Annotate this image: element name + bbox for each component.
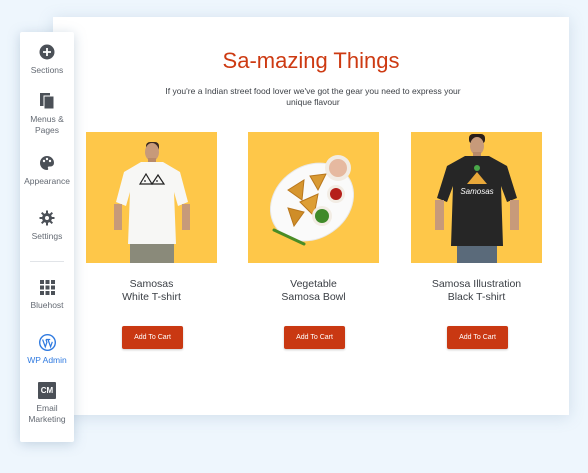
sidebar-item-wp-admin[interactable]: WP Admin	[20, 333, 74, 366]
sidebar-item-label: Sections	[30, 65, 64, 75]
sidebar-item-sections[interactable]: Sections	[20, 43, 74, 76]
plus-circle-icon	[38, 43, 56, 61]
editor-sidebar: Sections Menus & Pages Appearance Settin…	[20, 32, 74, 442]
add-to-cart-button[interactable]: Add To Cart	[447, 326, 508, 349]
sidebar-item-appearance[interactable]: Appearance	[20, 154, 74, 187]
pages-icon	[38, 92, 56, 110]
sidebar-item-label: Bluehost	[30, 300, 64, 310]
sidebar-item-label: Menus & Pages	[30, 114, 64, 135]
grid-icon	[38, 278, 56, 296]
product-card-black-tshirt: Samosas Samosa Illustration Black T-shir…	[411, 132, 542, 349]
shirt-print-text: Samosas	[460, 187, 493, 196]
page-subtitle: If you're a Indian street food lover we'…	[165, 86, 461, 107]
sidebar-item-label: Email Marketing	[28, 403, 66, 424]
add-to-cart-button[interactable]: Add To Cart	[284, 326, 345, 349]
cm-icon: CM	[38, 381, 56, 399]
wordpress-icon	[38, 333, 56, 351]
product-image-white-tshirt[interactable]	[86, 132, 217, 263]
product-name[interactable]: Vegetable Samosa Bowl	[248, 278, 379, 304]
product-card-samosa-bowl: Vegetable Samosa Bowl Add To Cart	[248, 132, 379, 349]
sidebar-divider	[30, 261, 64, 262]
product-name[interactable]: Samosas White T-shirt	[86, 278, 217, 304]
sidebar-item-label: Settings	[31, 231, 63, 241]
sidebar-item-label: Appearance	[24, 176, 70, 186]
product-name[interactable]: Samosa Illustration Black T-shirt	[411, 278, 542, 304]
sidebar-item-settings[interactable]: Settings	[20, 209, 74, 242]
sidebar-item-bluehost[interactable]: Bluehost	[20, 278, 74, 311]
product-image-samosa-bowl[interactable]	[248, 132, 379, 263]
palette-icon	[38, 154, 56, 172]
sidebar-item-label: WP Admin	[27, 355, 67, 365]
cm-badge: CM	[38, 381, 56, 399]
sidebar-item-menus-pages[interactable]: Menus & Pages	[20, 92, 74, 136]
add-to-cart-button[interactable]: Add To Cart	[122, 326, 183, 349]
product-card-white-tshirt: Samosas White T-shirt Add To Cart	[86, 132, 217, 349]
gear-icon	[38, 209, 56, 227]
product-image-black-tshirt[interactable]: Samosas	[411, 132, 542, 263]
page-title: Sa-mazing Things	[222, 48, 400, 73]
sidebar-item-email-marketing[interactable]: CM Email Marketing	[20, 381, 74, 425]
